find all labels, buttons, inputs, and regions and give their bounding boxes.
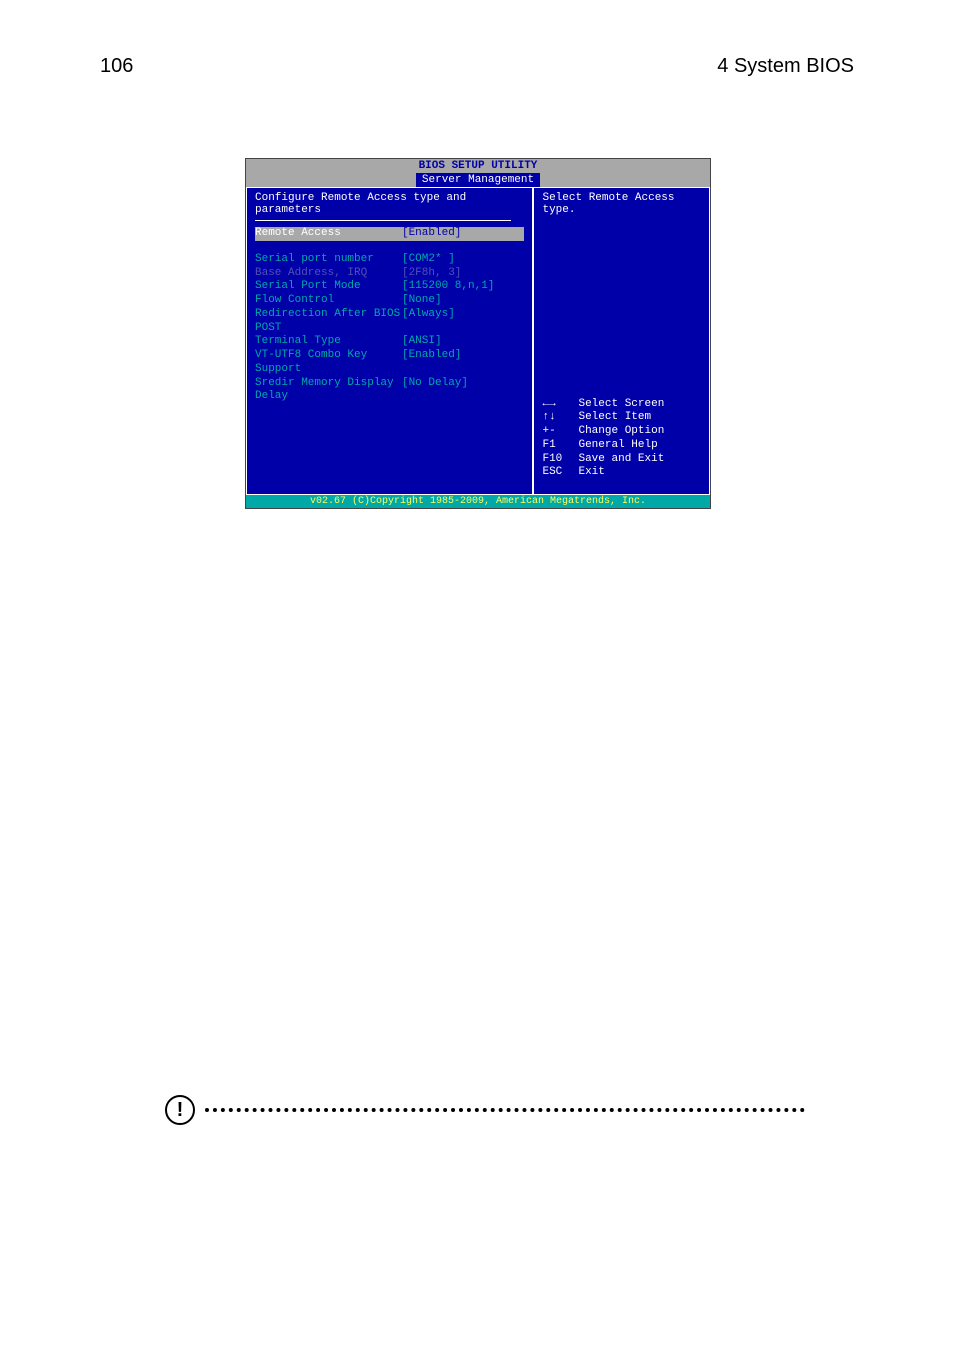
value-remote-access: [Enabled] [402, 227, 525, 241]
row-terminal-type[interactable]: Terminal Type [ANSI] [255, 335, 524, 349]
bios-window: BIOS SETUP UTILITY Server Management Con… [245, 158, 711, 509]
key-desc: Save and Exit [578, 453, 664, 467]
key-f1: F1 [542, 439, 578, 453]
bios-tab-row: Server Management [246, 173, 710, 187]
key-plusminus-icon: +- [542, 425, 578, 439]
alert-row: ! [165, 1095, 805, 1125]
value-terminal-type: [ANSI] [402, 335, 525, 349]
value-flow-control: [None] [402, 294, 525, 308]
value-redirection: [Always] [402, 308, 525, 336]
row-base-address: Base Address, IRQ [2F8h, 3] [255, 267, 524, 281]
row-serial-port-number[interactable]: Serial port number [COM2* ] [255, 253, 524, 267]
key-esc: ESC [542, 466, 578, 480]
label-serial-port-number: Serial port number [255, 253, 402, 267]
label-base-address: Base Address, IRQ [255, 267, 402, 281]
value-base-address: [2F8h, 3] [402, 267, 525, 281]
page-number: 106 [100, 55, 133, 78]
label-sredir: Sredir Memory Display Delay [255, 377, 402, 405]
key-desc: Select Item [578, 411, 651, 425]
row-serial-port-mode[interactable]: Serial Port Mode [115200 8,n,1] [255, 280, 524, 294]
row-sredir[interactable]: Sredir Memory Display Delay [No Delay] [255, 377, 524, 405]
key-save-exit: F10 Save and Exit [542, 453, 701, 467]
row-vtutf8[interactable]: VT-UTF8 Combo Key Support [Enabled] [255, 349, 524, 377]
key-desc: Exit [578, 466, 604, 480]
bios-right-pane: Select Remote Access type. ←→ Select Scr… [533, 187, 710, 495]
divider [255, 220, 511, 221]
label-redirection: Redirection After BIOS POST [255, 308, 402, 336]
bios-subtitle: Configure Remote Access type and paramet… [255, 192, 524, 216]
row-redirection[interactable]: Redirection After BIOS POST [Always] [255, 308, 524, 336]
label-flow-control: Flow Control [255, 294, 402, 308]
key-arrows-lr-icon: ←→ [542, 398, 578, 412]
value-serial-port-mode: [115200 8,n,1] [402, 280, 525, 294]
help-text: Select Remote Access [542, 192, 701, 204]
label-vtutf8: VT-UTF8 Combo Key Support [255, 349, 402, 377]
row-flow-control[interactable]: Flow Control [None] [255, 294, 524, 308]
key-general-help: F1 General Help [542, 439, 701, 453]
key-select-screen: ←→ Select Screen [542, 398, 701, 412]
exclamation-icon: ! [165, 1095, 195, 1125]
key-f10: F10 [542, 453, 578, 467]
key-desc: Change Option [578, 425, 664, 439]
spacer [542, 480, 701, 490]
bios-footer: v02.67 (C)Copyright 1985-2009, American … [246, 495, 710, 508]
label-serial-port-mode: Serial Port Mode [255, 280, 402, 294]
key-exit: ESC Exit [542, 466, 701, 480]
key-arrows-ud-icon: ↑↓ [542, 411, 578, 425]
key-desc: General Help [578, 439, 657, 453]
value-vtutf8: [Enabled] [402, 349, 525, 377]
tab-server-management[interactable]: Server Management [416, 173, 540, 187]
value-sredir: [No Delay] [402, 377, 525, 405]
bios-title: BIOS SETUP UTILITY [246, 159, 710, 173]
row-remote-access[interactable]: Remote Access [Enabled] [255, 227, 524, 241]
spacer [255, 404, 524, 484]
dotted-line [205, 1108, 805, 1112]
spacer [255, 241, 524, 253]
bios-body: Configure Remote Access type and paramet… [246, 187, 710, 495]
page-section: 4 System BIOS [717, 55, 854, 78]
help-text-2: type. [542, 204, 701, 216]
label-remote-access: Remote Access [255, 227, 402, 241]
bios-left-pane: Configure Remote Access type and paramet… [246, 187, 533, 495]
key-select-item: ↑↓ Select Item [542, 411, 701, 425]
key-legend: ←→ Select Screen ↑↓ Select Item +- Chang… [542, 348, 701, 491]
value-serial-port-number: [COM2* ] [402, 253, 525, 267]
key-desc: Select Screen [578, 398, 664, 412]
label-terminal-type: Terminal Type [255, 335, 402, 349]
key-change-option: +- Change Option [542, 425, 701, 439]
